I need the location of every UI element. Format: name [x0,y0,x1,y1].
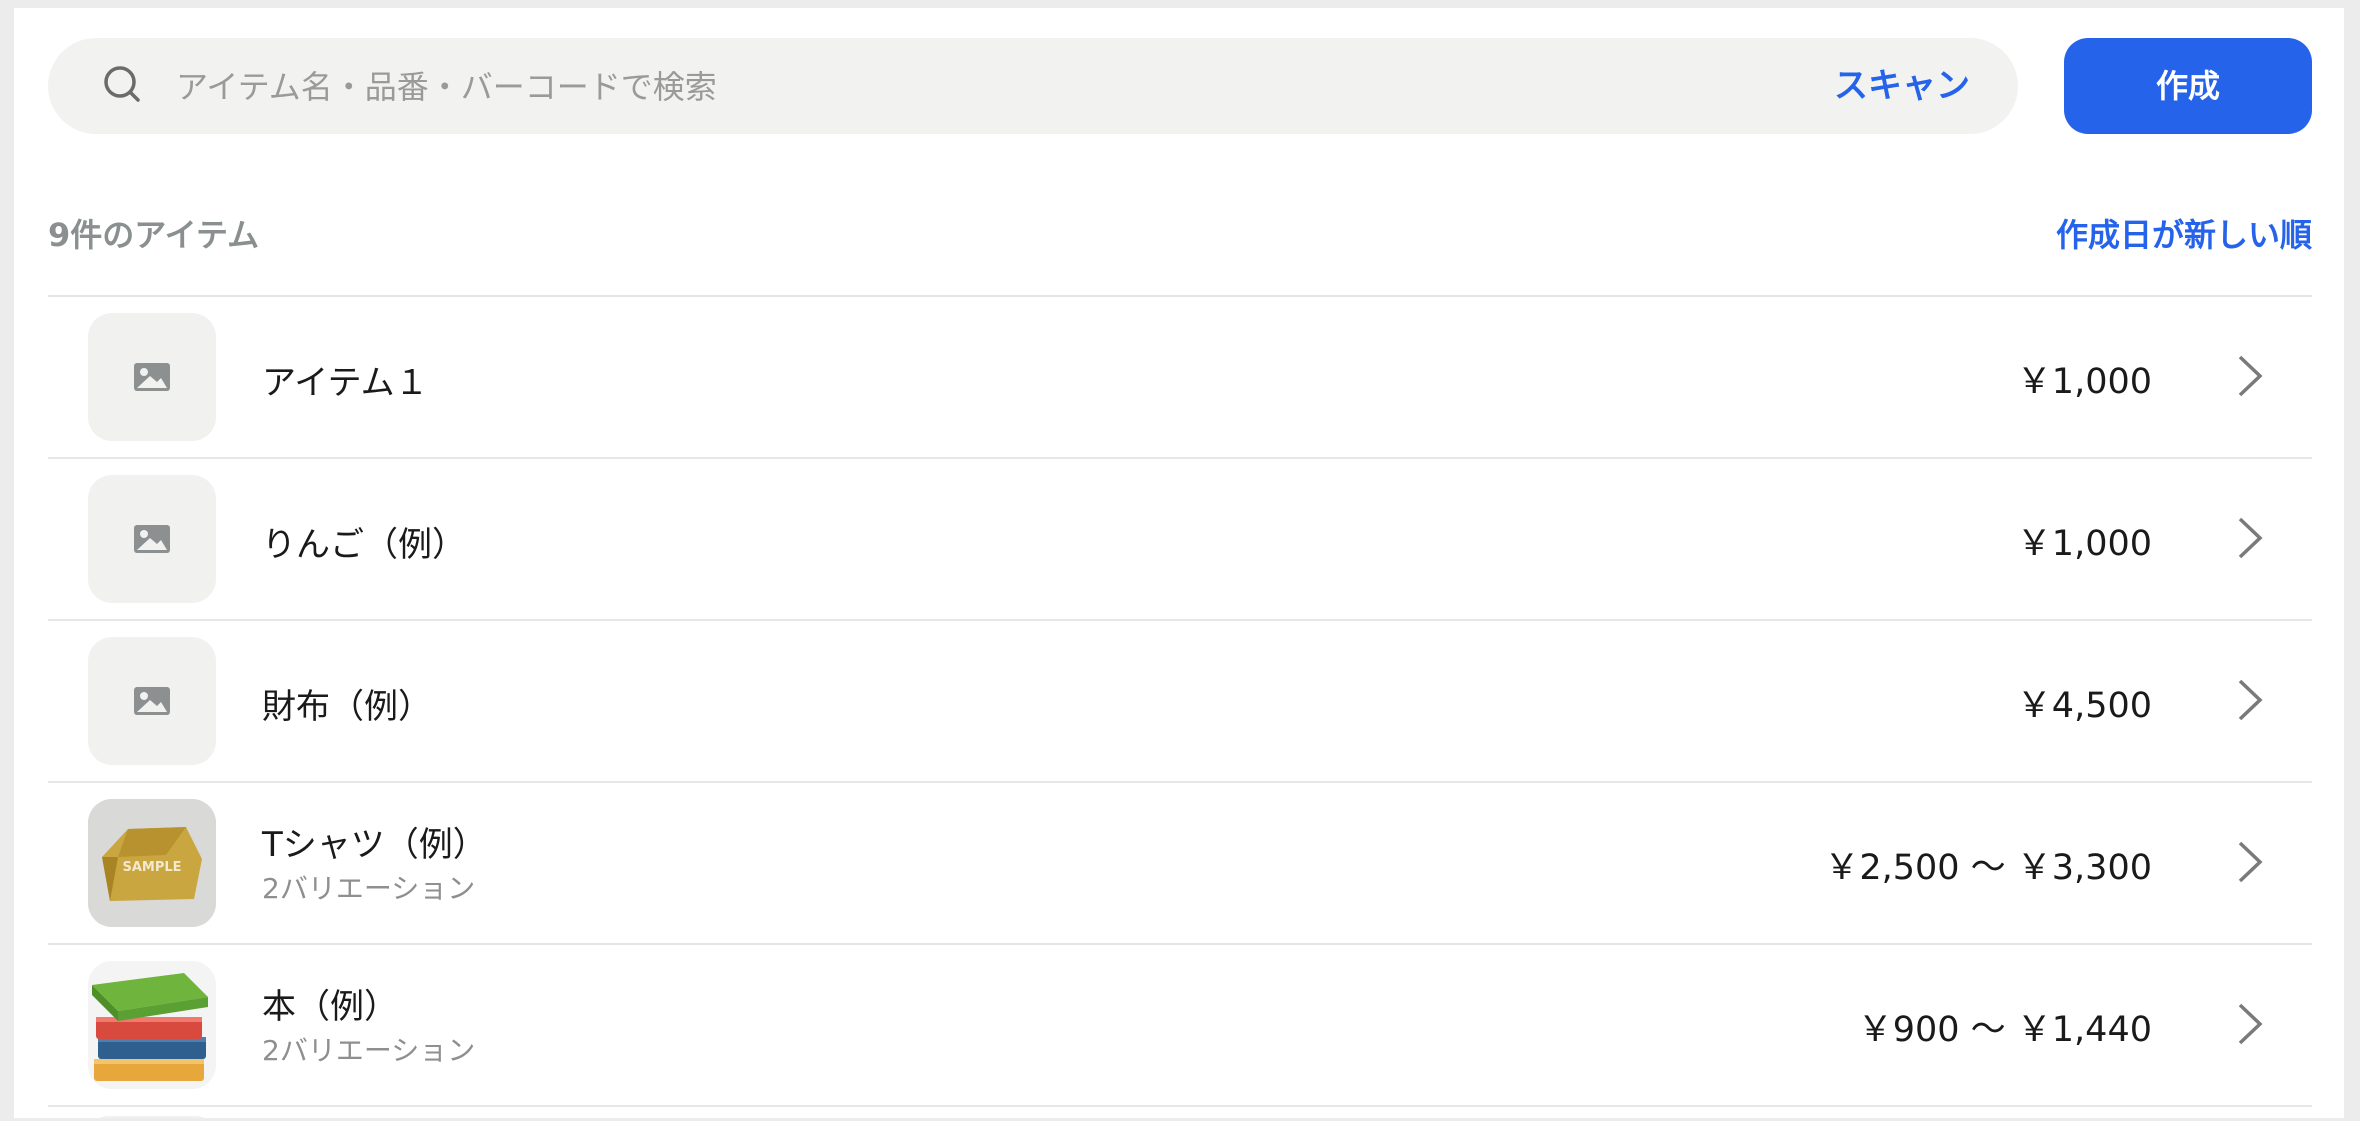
sample-watermark: SAMPLE [122,860,181,875]
item-name: 本（例） [262,987,398,1027]
chevron-right-icon [2238,841,2263,883]
item-thumbnail [88,1116,216,1118]
sort-order-button[interactable]: 作成日が新しい順 [2056,210,2312,256]
item-name: 財布（例） [262,687,432,727]
chevron-right-icon [2238,517,2263,559]
image-placeholder-icon [134,525,170,553]
chevron-right-icon [2238,1003,2263,1045]
item-list-panel: スキャン 作成 9件のアイテム 作成日が新しい順 アイテム１ ￥1,000 [14,8,2344,1118]
item-price: ￥4,500 [2016,686,2152,726]
sample-product-photo: SAMPLE [88,799,216,927]
item-variations: 2バリエーション [262,1034,476,1067]
scan-button[interactable]: スキャン [1834,38,1970,134]
item-thumbnail [88,637,216,765]
chevron-right-icon [2238,679,2263,721]
list-item[interactable]: りんご（例） ￥1,000 [48,459,2312,621]
list-item[interactable]: 財布（例） ￥4,500 [48,621,2312,783]
search-bar[interactable]: スキャン [48,38,2018,136]
item-count: 9件のアイテム [48,216,260,254]
item-list: アイテム１ ￥1,000 りんご（例） ￥1,000 財布（例） ￥4,500 … [48,297,2312,1107]
item-price: ￥900 〜 ￥1,440 [1857,1010,2152,1050]
image-placeholder-icon [134,363,170,391]
item-thumbnail: SAMPLE [88,799,216,927]
search-input[interactable] [174,38,1478,136]
list-item[interactable]: SAMPLE Tシャツ（例） 2バリエーション ￥2,500 〜 ￥3,300 [48,783,2312,945]
create-button[interactable]: 作成 [2064,38,2312,134]
item-name: アイテム１ [262,363,429,403]
item-thumbnail [88,961,216,1089]
item-price: ￥2,500 〜 ￥3,300 [1824,848,2152,888]
item-price: ￥1,000 [2016,362,2152,402]
item-name: Tシャツ（例） [262,825,487,865]
chevron-right-icon [2238,355,2263,397]
item-price: ￥1,000 [2016,524,2152,564]
item-name: りんご（例） [262,525,466,565]
item-thumbnail [88,313,216,441]
search-icon [104,66,140,102]
item-thumbnail [88,475,216,603]
list-item[interactable]: 本（例） 2バリエーション ￥900 〜 ￥1,440 [48,945,2312,1107]
list-item[interactable]: アイテム１ ￥1,000 [48,297,2312,459]
book-stack-photo [88,961,216,1089]
image-placeholder-icon [134,687,170,715]
item-variations: 2バリエーション [262,872,476,905]
